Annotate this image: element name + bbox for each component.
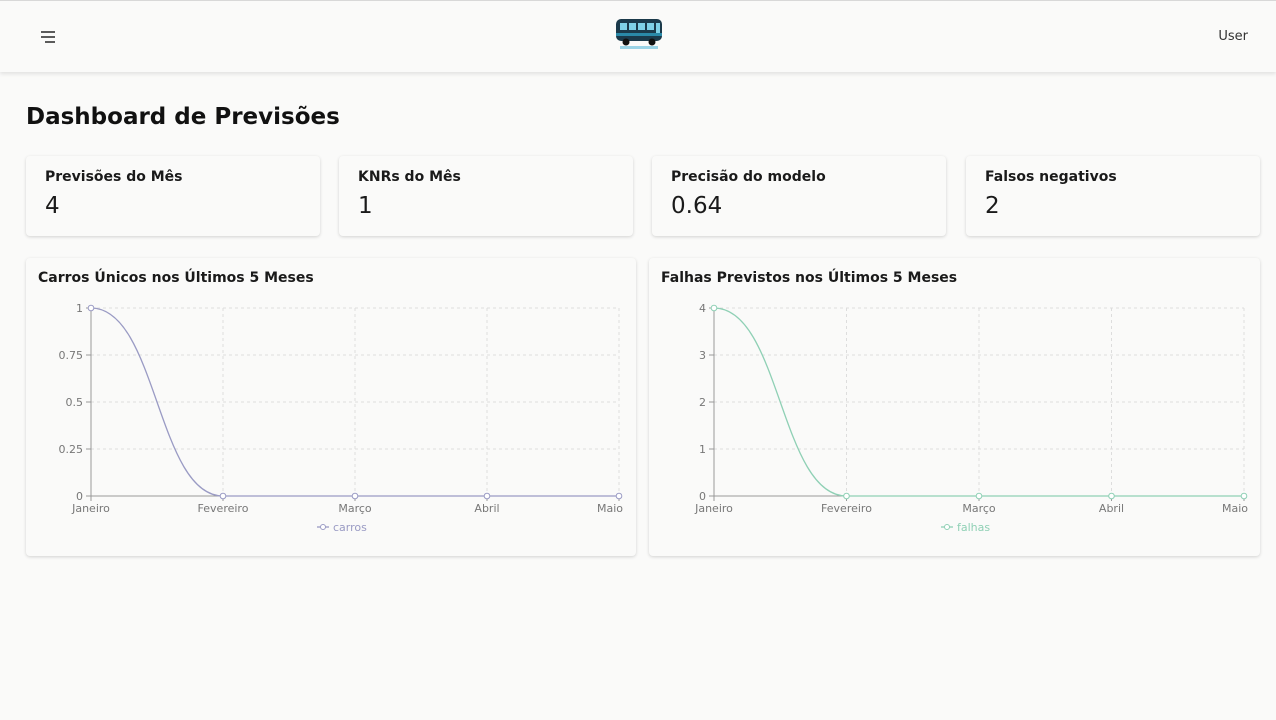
data-point — [843, 492, 850, 500]
chart-card-falhas: Falhas Previstos nos Últimos 5 Meses 012… — [649, 258, 1260, 556]
stat-label: Precisão do modelo — [671, 169, 826, 185]
x-tick-label: Fevereiro — [198, 502, 249, 515]
stat-value: 4 — [45, 193, 60, 219]
x-tick-label: Fevereiro — [821, 502, 872, 515]
stat-card-precisao: Precisão do modelo 0.64 — [652, 156, 946, 236]
page-title: Dashboard de Previsões — [26, 104, 340, 130]
data-point — [351, 492, 359, 500]
y-tick-label: 0.5 — [66, 396, 84, 409]
y-tick-label: 0.75 — [59, 349, 84, 362]
legend-marker-icon — [320, 524, 326, 530]
y-tick-label: 4 — [699, 302, 706, 315]
legend-marker-icon — [944, 524, 950, 530]
y-tick-label: 1 — [699, 443, 706, 456]
data-point — [975, 492, 983, 500]
stat-label: KNRs do Mês — [358, 169, 461, 185]
x-tick-label: Janeiro — [694, 502, 733, 515]
data-point — [1108, 492, 1115, 500]
chart-card-carros: Carros Únicos nos Últimos 5 Meses 0 0.25 0… — [26, 258, 636, 556]
y-tick-label: 1 — [76, 302, 83, 315]
y-tick-label: 0.25 — [59, 443, 84, 456]
legend-label: falhas — [957, 521, 990, 534]
top-app-bar: User — [0, 0, 1276, 72]
data-point — [219, 492, 227, 500]
x-tick-label: Abril — [1099, 502, 1124, 515]
data-point — [615, 492, 623, 500]
stat-card-falsos-negativos: Falsos negativos 2 — [966, 156, 1260, 236]
x-tick-label: Abril — [474, 502, 499, 515]
x-tick-label: Maio — [597, 502, 623, 515]
stat-value: 1 — [358, 193, 373, 219]
menu-button[interactable] — [38, 27, 58, 47]
stat-label: Previsões do Mês — [45, 169, 183, 185]
x-tick-label: Março — [962, 502, 996, 515]
stat-value: 0.64 — [671, 193, 723, 219]
data-point — [1240, 492, 1248, 500]
data-point — [87, 304, 95, 312]
bus-logo[interactable] — [612, 15, 668, 51]
x-tick-label: Maio — [1222, 502, 1248, 515]
stat-value: 2 — [985, 193, 1000, 219]
data-point — [483, 492, 491, 500]
y-tick-label: 2 — [699, 396, 706, 409]
stat-card-knrs: KNRs do Mês 1 — [339, 156, 633, 236]
legend-label: carros — [333, 521, 367, 534]
x-tick-label: Janeiro — [71, 502, 110, 515]
x-tick-label: Março — [338, 502, 372, 515]
stat-card-previsoes: Previsões do Mês 4 — [26, 156, 320, 236]
menu-icon — [41, 30, 55, 43]
y-tick-label: 3 — [699, 349, 706, 362]
line-chart-carros: 00.250.50.751Janeiro Fevereiro Março Abril M… — [59, 302, 624, 534]
user-menu-link[interactable]: User — [1218, 29, 1248, 44]
line-chart-falhas: 01234Janeiro Fevereiro Março Abril Maiofalha… — [694, 302, 1248, 534]
data-point — [710, 304, 718, 312]
stat-label: Falsos negativos — [985, 169, 1117, 185]
